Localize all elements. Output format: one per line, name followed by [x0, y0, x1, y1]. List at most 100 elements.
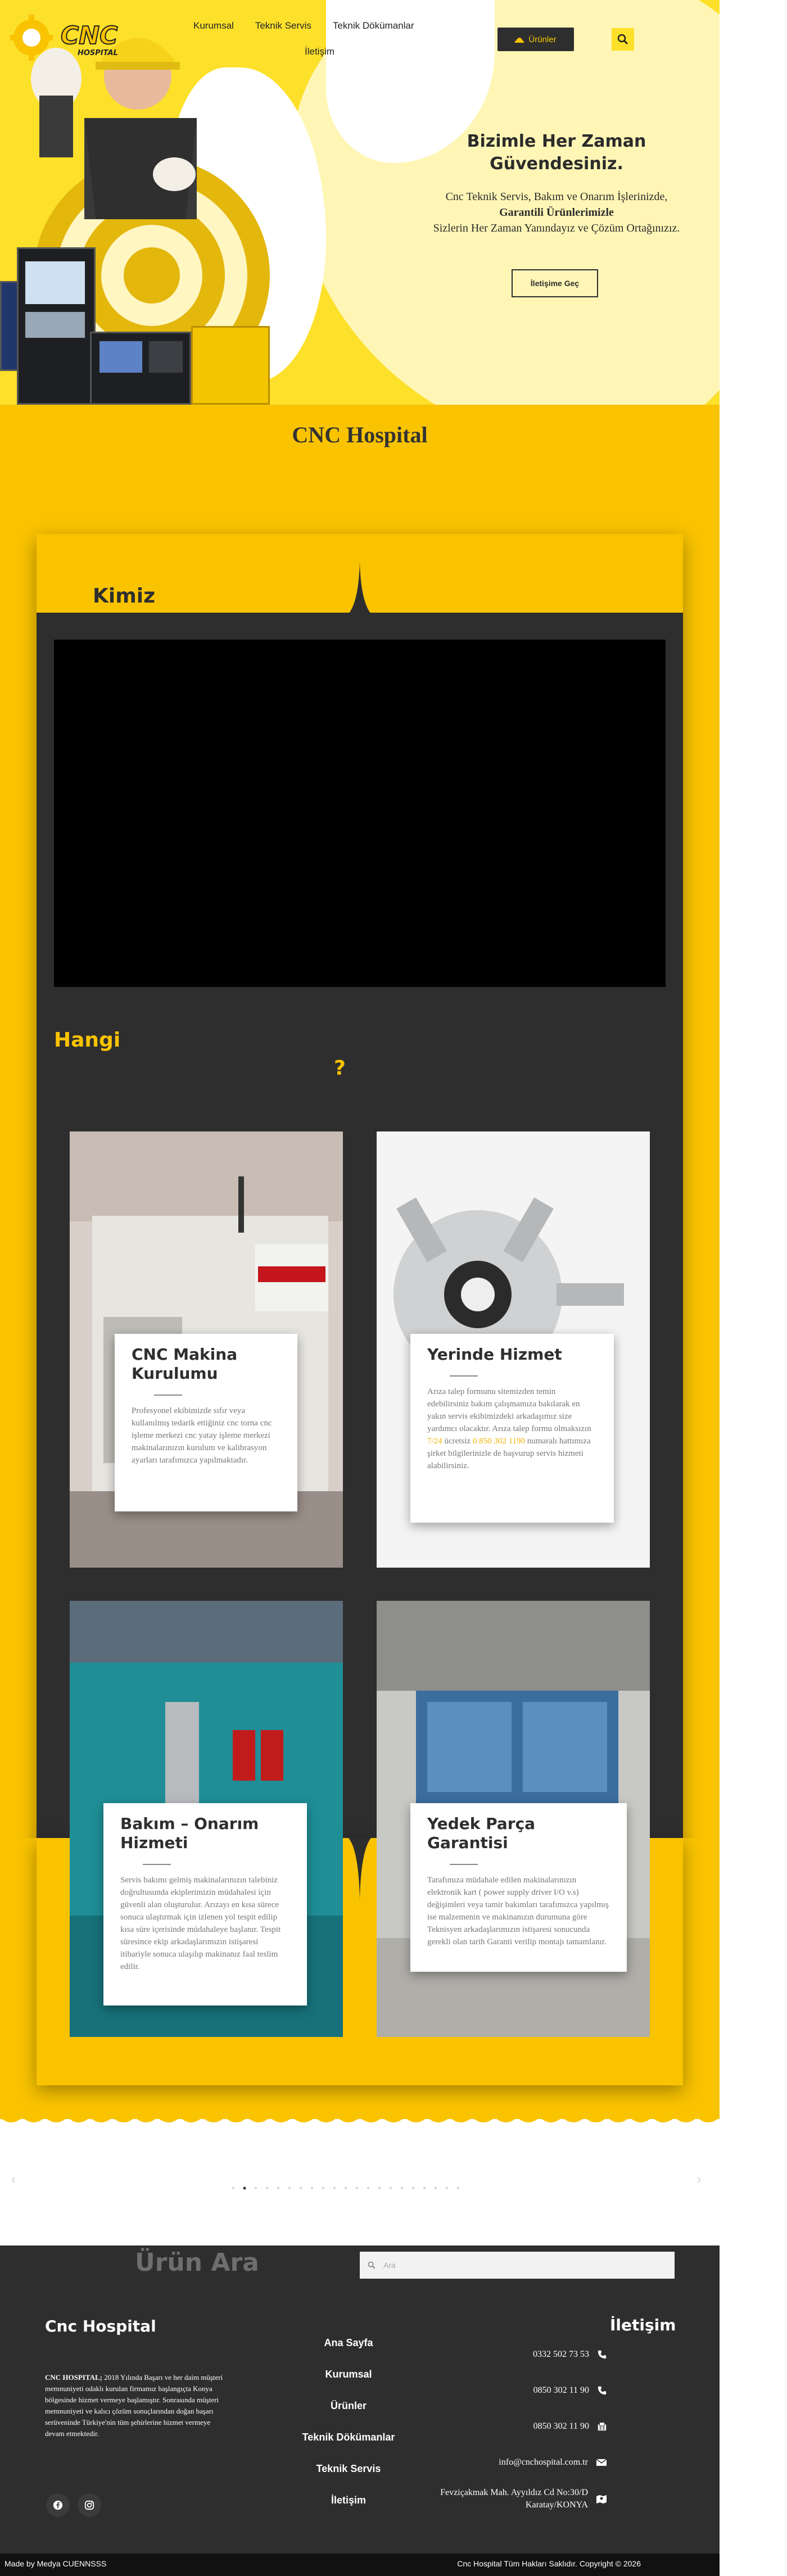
instagram-icon — [84, 2500, 94, 2510]
footer-email[interactable]: info@cnchospital.com.tr — [499, 2456, 607, 2469]
cnc-hospital-logo[interactable]: CNC HOSPITAL — [10, 12, 156, 63]
search-toggle-button[interactable] — [612, 28, 634, 51]
email-address: info@cnchospital.com.tr — [499, 2457, 588, 2467]
facebook-link[interactable] — [46, 2493, 70, 2517]
service-info-box: CNC Makina Kurulumu Profesyonel ekibimiz… — [115, 1334, 297, 1511]
services-heading: Hangi — [54, 1029, 121, 1052]
service-description: Tarafımıza müdahale edilen makinalarınız… — [427, 1876, 609, 1946]
slider-prev-arrow[interactable]: ‹ — [11, 2172, 15, 2186]
services-heading-question-mark: ? — [334, 1057, 346, 1080]
phone-number: 0850 302 11 90 — [533, 2385, 589, 2395]
address-line: Fevziçakmak Mah. Ayyıldız Cd No:30/D — [440, 2488, 588, 2497]
service-divider — [143, 1864, 171, 1865]
search-icon — [368, 2261, 376, 2269]
section-title: CNC Hospital — [292, 422, 428, 447]
service-card[interactable]: Yerinde Hizmet Arıza talep formunu sitem… — [377, 1131, 650, 1568]
products-button[interactable]: Ürünler — [497, 28, 574, 51]
phone-number: 0332 502 73 53 — [533, 2349, 589, 2359]
nav-item-kurumsal[interactable]: Kurumsal — [193, 20, 234, 31]
about-heading: Kimiz — [93, 585, 156, 608]
service-title: CNC Makina Kurulumu — [132, 1345, 238, 1383]
cnc-control-panel-image — [90, 332, 191, 405]
main-nav: Kurumsal Teknik Servis Teknik Dökümanlar — [193, 20, 414, 31]
address: Fevziçakmak Mah. Ayyıldız Cd No:30/D Kara… — [440, 2487, 588, 2511]
footer-phone-2[interactable]: 0850 302 11 90 — [533, 2384, 607, 2397]
footer-link-iletisim[interactable]: İletişim — [264, 2484, 433, 2516]
footer-fax[interactable]: 0850 302 11 90 — [533, 2420, 607, 2433]
service-divider — [154, 1395, 182, 1396]
footer-brand: Cnc Hospital — [45, 2317, 156, 2335]
phone-icon — [598, 2386, 607, 2395]
footer-link-teknik-servis[interactable]: Teknik Servis — [264, 2453, 433, 2484]
logo-sub-text: HOSPITAL — [78, 49, 118, 57]
fax-number: 0850 302 11 90 — [533, 2421, 589, 2431]
address-line: Karatay/KONYA — [525, 2500, 588, 2510]
slider-pagination[interactable] — [230, 2185, 467, 2191]
service-info-box: Yedek Parça Garantisi Tarafımıza müdahal… — [410, 1803, 627, 1972]
service-info-box: Yerinde Hizmet Arıza talep formunu sitem… — [410, 1334, 614, 1523]
machine-screen — [98, 340, 143, 374]
servo-drive-image — [191, 326, 270, 405]
product-search-heading: Ürün Ara — [135, 2248, 259, 2277]
search-icon — [617, 34, 628, 45]
hard-hat-icon — [515, 38, 524, 43]
target-ring — [124, 247, 180, 304]
service-description-highlight: 7/24 — [427, 1437, 442, 1446]
divider-notch — [349, 562, 371, 614]
map-icon — [596, 2495, 607, 2503]
service-card[interactable]: Bakım – Onarım Hizmeti Servis bakımı gel… — [70, 1601, 343, 2037]
cnc-control-panel-image — [17, 247, 96, 405]
footer-phone-1[interactable]: 0332 502 73 53 — [533, 2348, 607, 2361]
copyright: Cnc Hospital Tüm Hakları Saklıdır. Copyr… — [457, 2559, 641, 2568]
wave-divider — [0, 2105, 720, 2122]
footer-link-urunler[interactable]: Ürünler — [264, 2390, 433, 2421]
nav-item-iletisim[interactable]: İletişim — [305, 46, 334, 57]
service-divider — [450, 1864, 478, 1865]
hero-text-line: Cnc Teknik Servis, Bakım ve Onarım İşler… — [445, 191, 668, 203]
product-search-input[interactable]: Ara — [360, 2252, 675, 2279]
nav-item-teknik-servis[interactable]: Teknik Servis — [255, 20, 311, 31]
service-description: Servis bakımı gelmiş makinalarınızın tal… — [120, 1876, 281, 1971]
hero-text-line: Sizlerin Her Zaman Yanındayız ve Çözüm O… — [433, 222, 680, 234]
footer-about-body: 2018 Yılında Başarı ve her daim müşteri … — [45, 2373, 223, 2438]
footer-link-kurumsal[interactable]: Kurumsal — [264, 2358, 433, 2390]
hero-text: Cnc Teknik Servis, Bakım ve Onarım İşler… — [422, 189, 691, 236]
video-player[interactable] — [54, 640, 666, 987]
service-description: Arıza talep formunu sitemizden temin ede… — [427, 1386, 597, 1472]
nav-item-teknik-dokumanlar[interactable]: Teknik Dökümanlar — [333, 20, 414, 31]
right-gutter — [720, 0, 787, 2576]
machine-screen — [24, 260, 86, 305]
service-description-text: Arıza talep formunu sitemizden temin ede… — [427, 1387, 591, 1433]
footer-link-teknik-dokumanlar[interactable]: Teknik Dökümanlar — [264, 2421, 433, 2453]
content-column: CNC HOSPITAL Kurumsal Teknik Servis Tekn… — [0, 0, 720, 2576]
service-description: Profesyonel ekibimizde sıfır veya kullan… — [132, 1406, 272, 1465]
footer-contact-title: İletişim — [610, 2316, 676, 2334]
machine-keypad — [24, 311, 86, 339]
service-card[interactable]: Yedek Parça Garantisi Tarafımıza müdahal… — [377, 1601, 650, 2037]
fax-icon — [598, 2422, 607, 2431]
service-phone-highlight: 0 850 302 1190 — [472, 1437, 526, 1446]
envelope-icon — [596, 2459, 607, 2466]
footer-address: Fevziçakmak Mah. Ayyıldız Cd No:30/D Kara… — [440, 2487, 607, 2511]
service-info-box: Bakım – Onarım Hizmeti Servis bakımı gel… — [103, 1803, 307, 2005]
service-divider — [450, 1375, 478, 1377]
logo-main-text: CNC — [61, 21, 117, 50]
search-placeholder: Ara — [383, 2261, 396, 2270]
made-by-credit[interactable]: Made by Medya CUENNSSS — [4, 2559, 106, 2568]
service-title: Yerinde Hizmet — [427, 1345, 562, 1364]
divider-notch — [349, 1838, 371, 1900]
service-title: Yedek Parça Garantisi — [427, 1814, 536, 1852]
instagram-link[interactable] — [78, 2493, 101, 2517]
footer-link-ana-sayfa[interactable]: Ana Sayfa — [264, 2327, 433, 2358]
service-description-text: ücretsiz — [442, 1437, 473, 1446]
page: CNC HOSPITAL Kurumsal Teknik Servis Tekn… — [0, 0, 787, 2576]
contact-cta-button[interactable]: İletişime Geç — [512, 269, 598, 297]
products-button-label: Ürünler — [528, 34, 557, 44]
facebook-icon — [53, 2500, 63, 2510]
hero: CNC HOSPITAL Kurumsal Teknik Servis Tekn… — [0, 0, 720, 405]
hero-title: Bizimle Her Zaman Güvendesiniz. — [467, 132, 646, 174]
slider-next-arrow[interactable]: › — [697, 2172, 701, 2186]
service-card[interactable]: CNC Makina Kurulumu Profesyonel ekibimiz… — [70, 1131, 343, 1568]
machine-keypad — [148, 340, 184, 374]
service-title: Bakım – Onarım Hizmeti — [120, 1814, 259, 1852]
